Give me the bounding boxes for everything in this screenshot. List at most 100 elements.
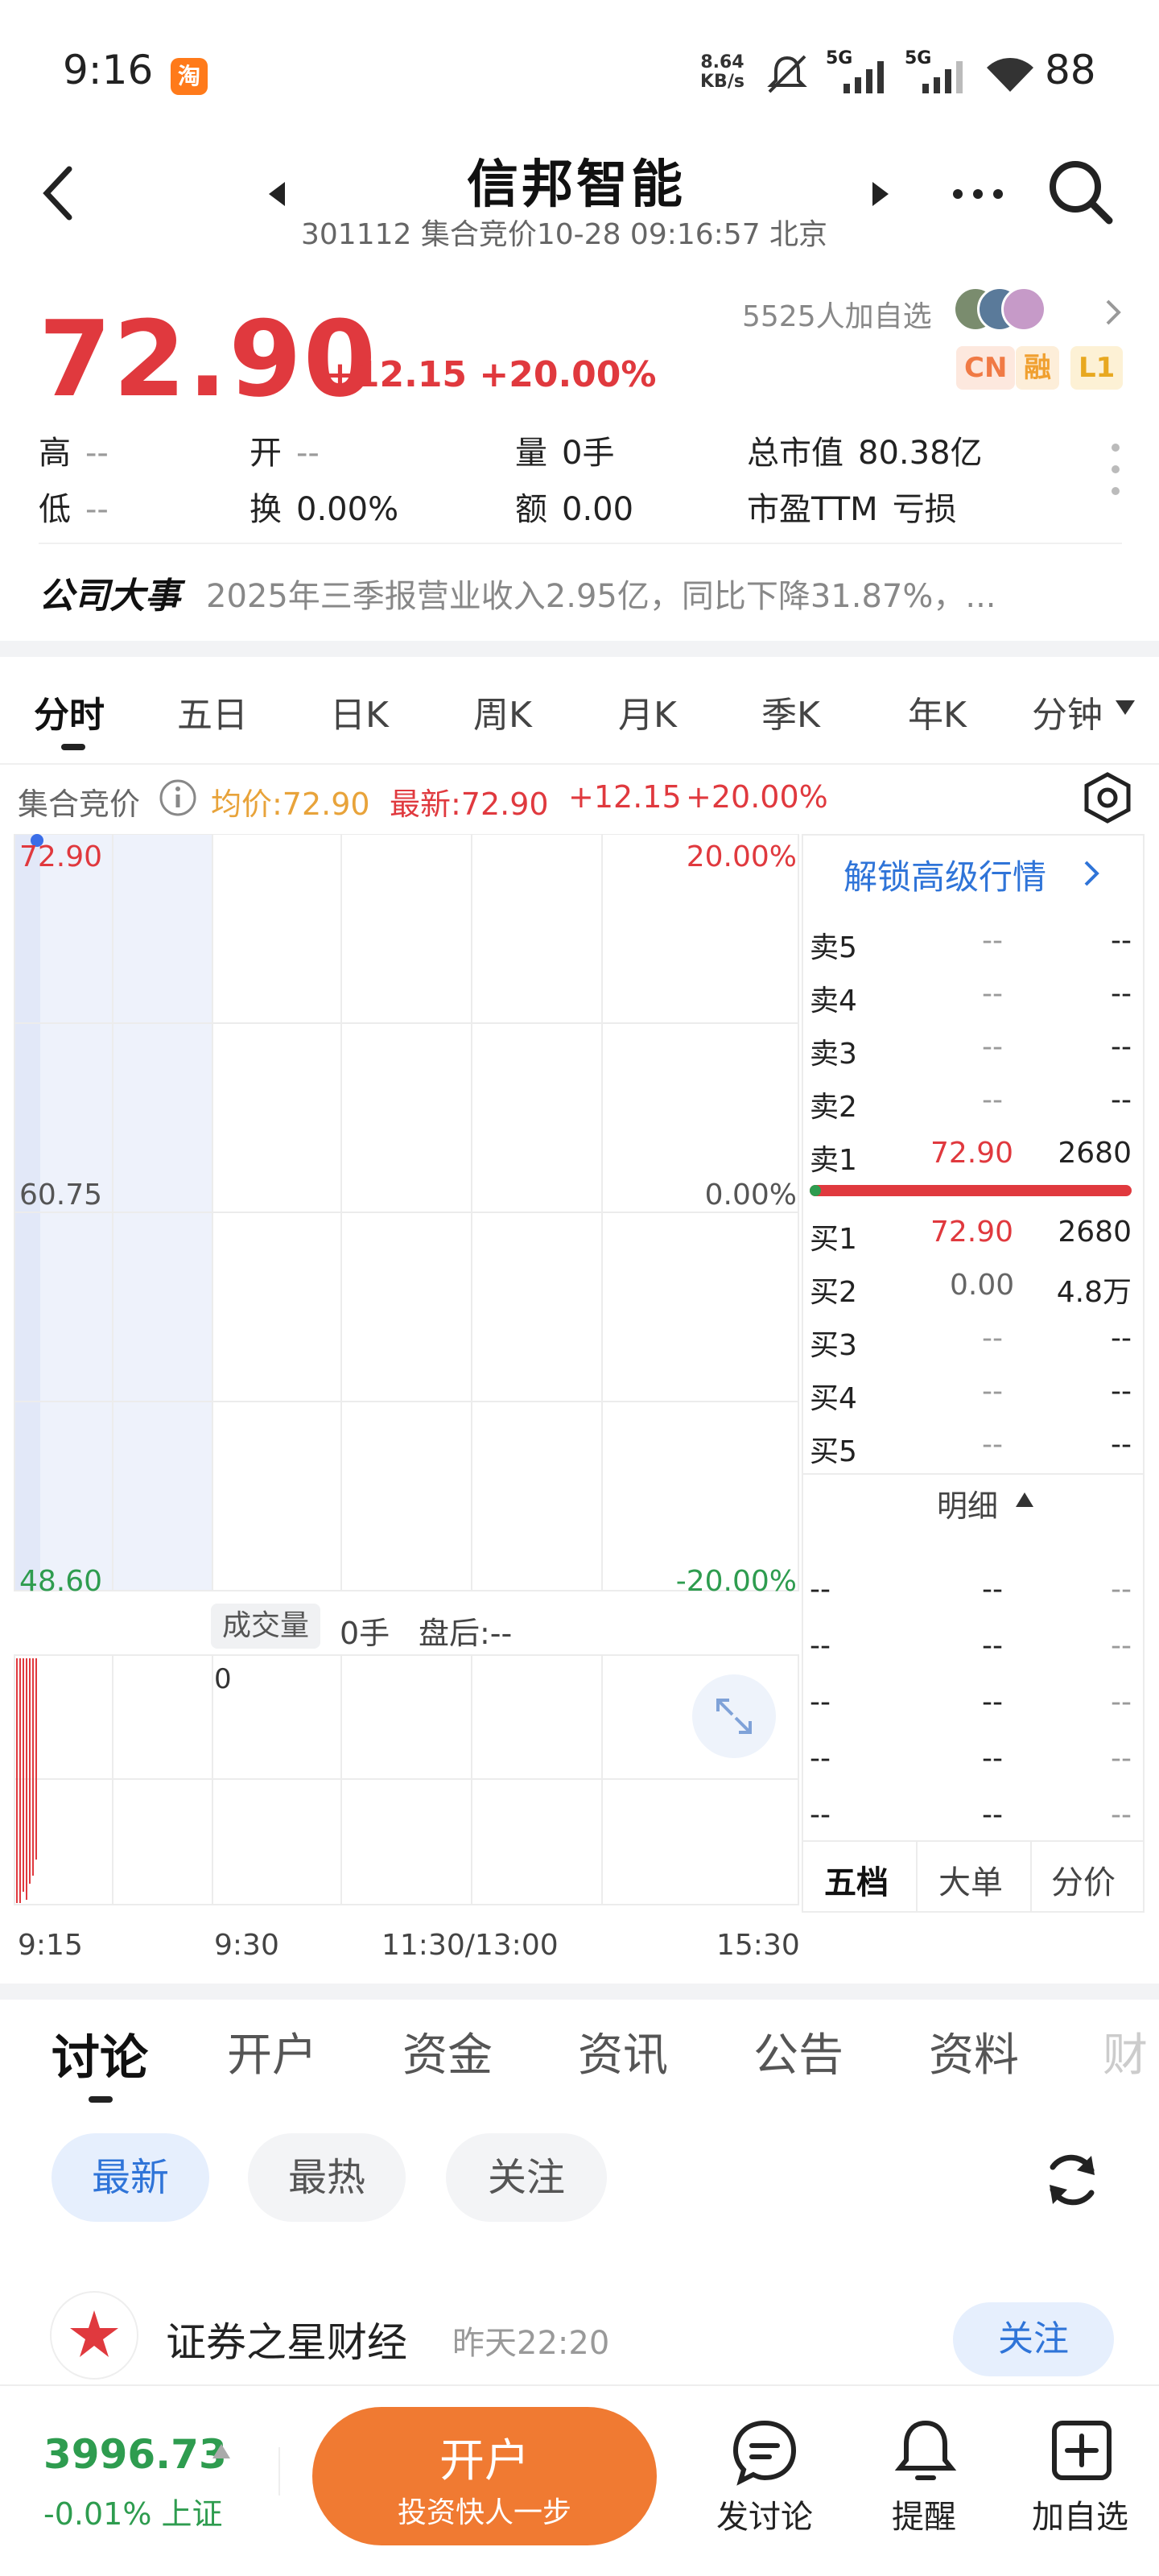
author-avatar[interactable] [50,2291,138,2380]
tab-indicator [89,2096,113,2103]
tab-discussion[interactable]: 讨论 [52,2019,148,2089]
unlock-advanced-quotes[interactable]: 解锁高级行情 [843,850,1046,899]
mute-icon [767,55,807,93]
stat-pe: 市盈TTM 亏损 [747,491,957,528]
divider [278,2447,280,2496]
open-account-sub: 投资快人一步 [397,2496,571,2529]
section-separator [0,641,1159,657]
index-value[interactable]: 3996.73 [43,2431,227,2478]
tab-news[interactable]: 资讯 [578,2019,668,2084]
more-icon[interactable] [950,182,1006,206]
follow-author-button[interactable]: 关注 [953,2302,1114,2376]
tab-open-account[interactable]: 开户 [227,2019,317,2084]
tab-intraday[interactable]: 分时 [34,686,105,737]
badge-l1: L1 [1070,346,1124,390]
tab-5day[interactable]: 五日 [177,686,248,737]
open-account-button[interactable]: 开户 投资快人一步 [312,2407,657,2545]
taobao-app-icon: 淘 [171,58,208,95]
expand-button[interactable] [692,1674,776,1758]
followers-count[interactable]: 5525人加自选 [742,293,932,335]
avatar [1001,287,1046,332]
detail-row: -- -- -- [810,1686,1132,1719]
up-triangle-icon [212,2444,230,2458]
bid-row: 买5 -- -- [810,1428,1132,1468]
tab-funds[interactable]: 资金 [402,2019,493,2084]
stat-low: 低 -- [39,491,109,528]
detail-row: -- -- -- [810,1798,1132,1831]
settings-icon[interactable] [1082,771,1133,824]
stat-turnover: 换 0.00% [250,491,399,528]
chevron-up-icon[interactable] [1014,1491,1035,1509]
x-axis-label: 15:30 [716,1929,800,1962]
pct-axis-mid: 0.00% [704,1179,797,1212]
divider [0,763,1159,765]
discuss-icon[interactable] [731,2418,798,2486]
divider [39,543,1122,544]
add-watchlist-icon[interactable] [1050,2418,1114,2483]
status-time: 9:16 [63,47,154,93]
intraday-chart[interactable] [0,834,805,1913]
back-arrow-icon[interactable] [39,161,79,225]
alert-label[interactable]: 提醒 [892,2491,956,2537]
tab-day-k[interactable]: 日K [330,686,389,737]
volume-axis-label: 0 [214,1663,232,1695]
pct-axis-bot: -20.00% [675,1565,797,1598]
open-account-label: 开户 [439,2435,530,2487]
chevron-right-icon[interactable] [1083,860,1099,887]
section-separator [0,1984,1159,2000]
stats-more-icon[interactable] [1109,441,1122,497]
badge-cn: CN [956,346,1016,390]
filter-hottest[interactable]: 最热 [248,2133,406,2222]
tab-announcements[interactable]: 公告 [753,2019,843,2084]
stat-volume: 量 0手 [515,435,615,472]
company-events-text[interactable]: 2025年三季报营业收入2.95亿，同比下降31.87%，... [206,570,1091,617]
next-stock-icon[interactable] [869,180,892,208]
tab-week-k[interactable]: 周K [473,686,532,737]
divider [802,1840,1145,1842]
volume-value: 0手 [340,1616,390,1651]
ask-row: 卖2 -- -- [810,1084,1132,1124]
tab-profile[interactable]: 资料 [929,2019,1019,2084]
detail-row: -- -- -- [810,1573,1132,1606]
ask-row: 卖5 -- -- [810,924,1132,964]
bid-row: 买3 -- -- [810,1322,1132,1362]
tab-big-orders[interactable]: 大单 [938,1856,1003,1903]
stat-amount: 额 0.00 [515,491,634,528]
search-icon[interactable] [1046,158,1114,225]
tab-price-distribution[interactable]: 分价 [1051,1856,1116,1903]
net-speed: 8.64 KB/s [700,53,744,92]
badge-margin: 融 [1016,346,1059,390]
price-change: +12.15 +20.00% [325,354,657,395]
chevron-down-icon[interactable] [1114,699,1136,716]
filter-following[interactable]: 关注 [446,2133,607,2222]
y-axis-bot: 48.60 [19,1565,103,1598]
filter-latest[interactable]: 最新 [52,2133,209,2222]
stat-open: 开 -- [250,435,320,472]
auction-label: 集合竞价 [18,786,141,822]
tab-month-k[interactable]: 月K [618,686,677,737]
tab-quarter-k[interactable]: 季K [761,686,820,737]
y-axis-top: 72.90 [19,840,103,873]
pct-axis-top: 20.00% [686,840,797,873]
chevron-right-icon[interactable] [1104,298,1122,327]
net-speed-unit: KB/s [700,72,744,92]
tab-five-levels[interactable]: 五档 [824,1856,889,1903]
x-axis-label: 9:15 [18,1929,83,1962]
signal-icon-2 [922,61,963,93]
prev-stock-icon[interactable] [266,180,288,208]
author-name[interactable]: 证券之星财经 [166,2310,407,2368]
follower-avatars[interactable] [953,287,1046,335]
detail-label[interactable]: 明细 [937,1481,998,1525]
bid-ask-ratio-bar-green [810,1185,821,1196]
ask-row: 卖4 -- -- [810,977,1132,1018]
bell-icon[interactable] [893,2417,958,2486]
tab-minute[interactable]: 分钟 [1032,686,1103,737]
tab-financials[interactable]: 财 [1103,2019,1159,2084]
add-watchlist-label[interactable]: 加自选 [1032,2491,1128,2537]
detail-row: -- -- -- [810,1742,1132,1775]
change-value-label: +12.15 [568,779,682,815]
discuss-label[interactable]: 发讨论 [716,2491,813,2537]
info-icon[interactable] [158,778,198,818]
refresh-icon[interactable] [1038,2146,1106,2214]
tab-year-k[interactable]: 年K [908,686,967,737]
